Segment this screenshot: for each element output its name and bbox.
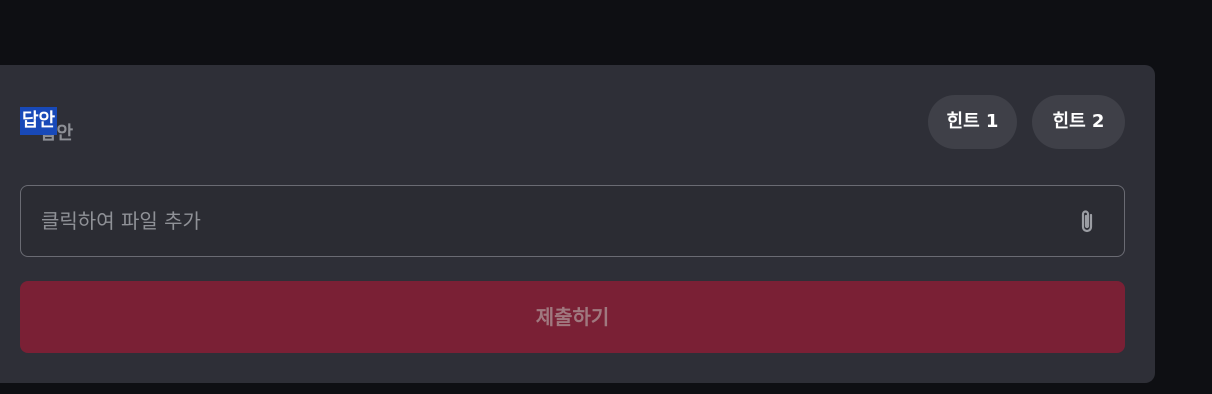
answer-panel: 답안 답안 힌트 1 힌트 2 클릭하여 파일 추가 제출하기 <box>0 65 1155 383</box>
file-upload-field[interactable]: 클릭하여 파일 추가 <box>20 185 1125 257</box>
hint-1-button[interactable]: 힌트 1 <box>928 95 1017 149</box>
answer-heading-label: 답안 <box>20 107 58 135</box>
file-upload-placeholder: 클릭하여 파일 추가 <box>41 209 201 233</box>
paperclip-icon[interactable] <box>1076 208 1098 236</box>
hint-2-button[interactable]: 힌트 2 <box>1032 95 1125 149</box>
answer-heading: 답안 답안 <box>20 107 100 147</box>
submit-button[interactable]: 제출하기 <box>20 281 1125 353</box>
